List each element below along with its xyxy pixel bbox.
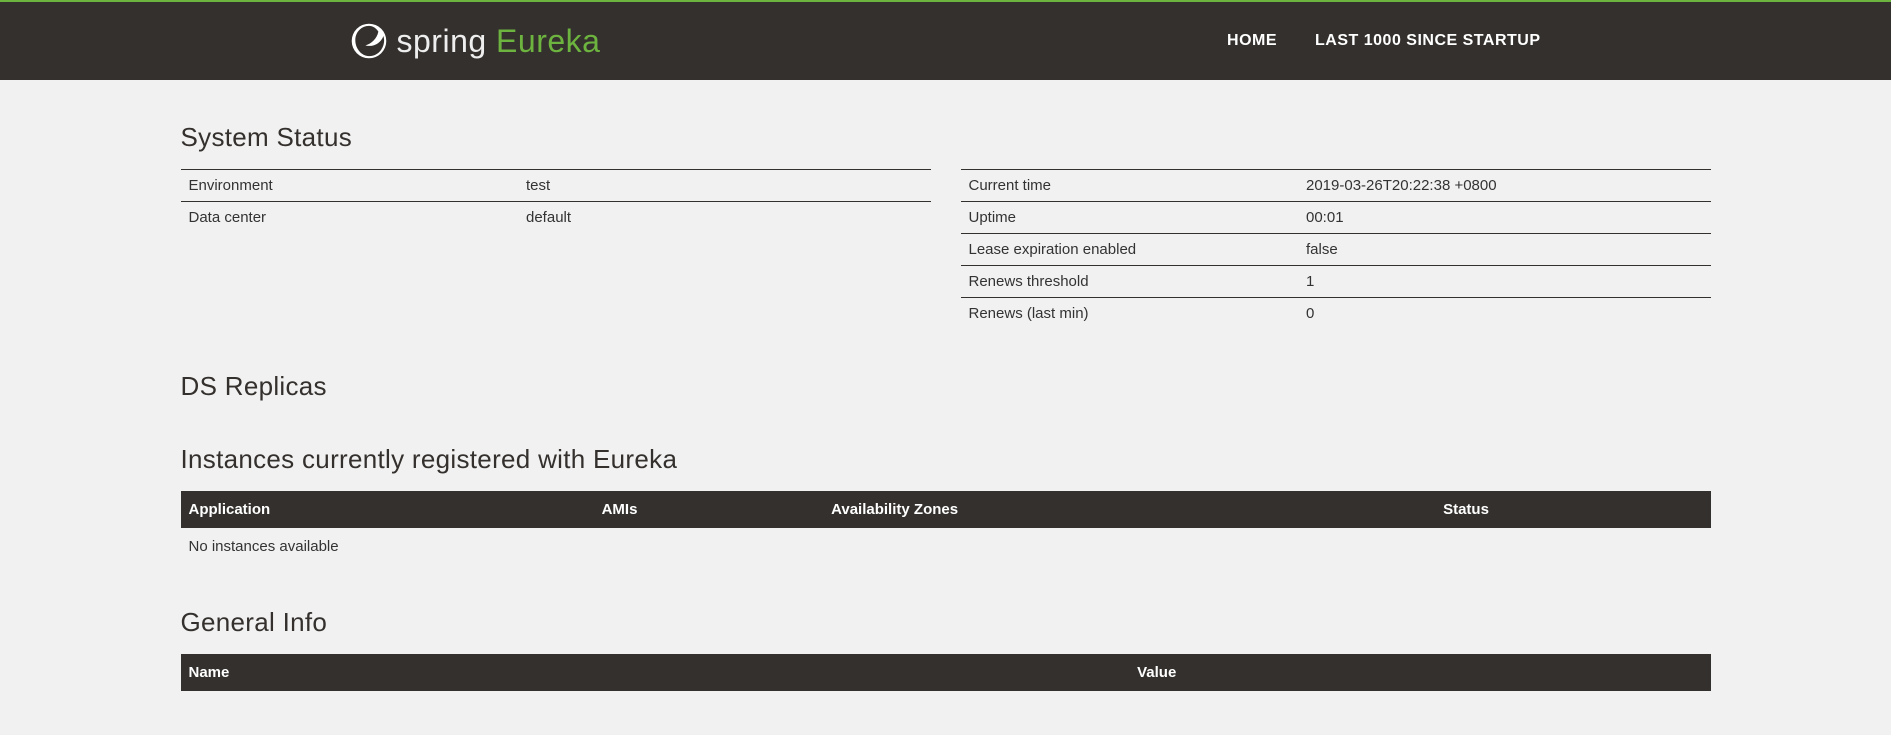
th-gi-name: Name	[181, 654, 1130, 691]
heading-instances: Instances currently registered with Eure…	[181, 444, 1711, 475]
table-row: No instances available	[181, 528, 1711, 565]
th-amis: AMIs	[594, 491, 824, 528]
instances-table: Application AMIs Availability Zones Stat…	[181, 491, 1711, 565]
th-status: Status	[1435, 491, 1710, 528]
brand-eureka-text: Eureka	[496, 23, 600, 59]
kv-label: Renews (last min)	[961, 298, 1299, 330]
kv-value: 00:01	[1298, 202, 1711, 234]
table-row: Lease expiration enabledfalse	[961, 234, 1711, 266]
kv-label: Lease expiration enabled	[961, 234, 1299, 266]
system-status-left-table: EnvironmenttestData centerdefault	[181, 169, 931, 233]
kv-label: Environment	[181, 170, 519, 202]
kv-value: default	[518, 202, 931, 234]
table-row: Current time2019-03-26T20:22:38 +0800	[961, 170, 1711, 202]
table-row: Environmenttest	[181, 170, 931, 202]
th-gi-value: Value	[1129, 654, 1710, 691]
kv-value: test	[518, 170, 931, 202]
brand-spring-text: spring	[397, 23, 487, 59]
table-row: Renews threshold1	[961, 266, 1711, 298]
nav-last1000-link[interactable]: LAST 1000 SINCE STARTUP	[1315, 32, 1540, 50]
kv-label: Renews threshold	[961, 266, 1299, 298]
th-application: Application	[181, 491, 594, 528]
kv-value: 1	[1298, 266, 1711, 298]
brand[interactable]: spring Eureka	[351, 23, 601, 60]
brand-text: spring Eureka	[397, 23, 601, 60]
nav-home-link[interactable]: HOME	[1227, 32, 1277, 50]
instances-empty-cell: No instances available	[181, 528, 1711, 565]
kv-value: 2019-03-26T20:22:38 +0800	[1298, 170, 1711, 202]
kv-label: Uptime	[961, 202, 1299, 234]
heading-system-status: System Status	[181, 122, 1711, 153]
general-info-table: Name Value	[181, 654, 1711, 691]
table-row: Data centerdefault	[181, 202, 931, 234]
system-status-right-table: Current time2019-03-26T20:22:38 +0800Upt…	[961, 169, 1711, 329]
table-row: Renews (last min)0	[961, 298, 1711, 330]
kv-label: Current time	[961, 170, 1299, 202]
spring-leaf-icon	[351, 23, 387, 59]
kv-value: 0	[1298, 298, 1711, 330]
kv-label: Data center	[181, 202, 519, 234]
kv-value: false	[1298, 234, 1711, 266]
navbar: spring Eureka HOME LAST 1000 SINCE START…	[0, 0, 1891, 80]
table-row: Uptime00:01	[961, 202, 1711, 234]
th-zones: Availability Zones	[823, 491, 1435, 528]
heading-general-info: General Info	[181, 607, 1711, 638]
nav-links: HOME LAST 1000 SINCE STARTUP	[1227, 32, 1540, 50]
heading-ds-replicas: DS Replicas	[181, 371, 1711, 402]
